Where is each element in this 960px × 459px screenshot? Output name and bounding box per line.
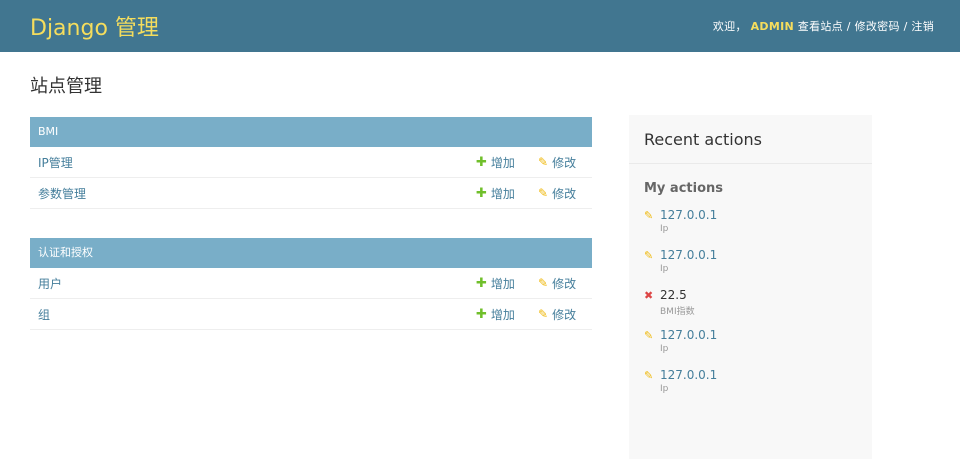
recent-actions-title: Recent actions	[629, 115, 872, 164]
pencil-icon: ✎	[538, 276, 549, 290]
add-label: 增加	[490, 307, 515, 322]
separator: /	[899, 20, 912, 33]
page-title: 站点管理	[30, 76, 102, 97]
site-header: Django 管理 欢迎， ADMIN 查看站点 / 修改密码 / 注销	[0, 0, 960, 52]
model-link[interactable]: 参数管理	[30, 185, 476, 202]
pencil-icon: ✎	[538, 186, 549, 200]
change-label: 修改	[552, 155, 577, 170]
welcome-text: 欢迎，	[712, 20, 747, 33]
pencil-icon: ✎	[644, 368, 654, 382]
add-link[interactable]: ✚ 增加	[476, 154, 538, 171]
change-link[interactable]: ✎ 修改	[538, 154, 592, 171]
logout-link[interactable]: 注销	[911, 20, 934, 33]
view-site-link[interactable]: 查看站点	[798, 20, 843, 33]
pencil-icon: ✎	[538, 155, 549, 169]
change-link[interactable]: ✎ 修改	[538, 275, 592, 292]
pencil-icon: ✎	[538, 307, 549, 321]
my-actions-heading: My actions	[644, 181, 724, 196]
site-brand[interactable]: Django 管理	[30, 10, 159, 42]
add-link[interactable]: ✚ 增加	[476, 306, 538, 323]
action-type: Ip	[660, 264, 669, 274]
add-link[interactable]: ✚ 增加	[476, 275, 538, 292]
recent-actions-panel: Recent actions My actions ✎ 127.0.0.1 Ip …	[629, 115, 872, 459]
action-item: ✎ 127.0.0.1 Ip	[644, 368, 872, 408]
action-link[interactable]: 127.0.0.1	[660, 208, 717, 222]
plus-icon: ✚	[476, 275, 487, 291]
pencil-icon: ✎	[644, 208, 654, 222]
pencil-icon: ✎	[644, 248, 654, 262]
action-link[interactable]: 127.0.0.1	[660, 328, 717, 342]
user-tools: 欢迎， ADMIN 查看站点 / 修改密码 / 注销	[713, 18, 934, 34]
model-row: 用户 ✚ 增加 ✎ 修改	[30, 268, 592, 299]
action-item: ✎ 127.0.0.1 Ip	[644, 248, 872, 288]
add-label: 增加	[490, 276, 515, 291]
plus-icon: ✚	[476, 306, 487, 322]
separator: /	[842, 20, 855, 33]
app-module-bmi: BMI IP管理 ✚ 增加 ✎ 修改 参数管理 ✚ 增加 ✎ 修改	[30, 117, 592, 209]
action-item: ✖ 22.5 BMI指数	[644, 288, 872, 328]
change-label: 修改	[552, 186, 577, 201]
action-item: ✎ 127.0.0.1 Ip	[644, 208, 872, 248]
plus-icon: ✚	[476, 185, 487, 201]
main-content: 站点管理 BMI IP管理 ✚ 增加 ✎ 修改 参数管理 ✚ 增加 ✎ 修改 认证和授权…	[0, 52, 960, 459]
change-link[interactable]: ✎ 修改	[538, 306, 592, 323]
change-label: 修改	[552, 307, 577, 322]
action-link[interactable]: 127.0.0.1	[660, 248, 717, 262]
add-label: 增加	[490, 155, 515, 170]
action-type: Ip	[660, 384, 669, 394]
plus-icon: ✚	[476, 154, 487, 170]
change-label: 修改	[552, 276, 577, 291]
change-link[interactable]: ✎ 修改	[538, 185, 592, 202]
action-type: BMI指数	[660, 307, 695, 317]
model-row: 组 ✚ 增加 ✎ 修改	[30, 299, 592, 330]
model-link[interactable]: IP管理	[30, 154, 476, 171]
add-label: 增加	[490, 186, 515, 201]
app-module-auth: 认证和授权 用户 ✚ 增加 ✎ 修改 组 ✚ 增加 ✎ 修改	[30, 238, 592, 330]
action-link[interactable]: 127.0.0.1	[660, 368, 717, 382]
pencil-icon: ✎	[644, 328, 654, 342]
model-row: 参数管理 ✚ 增加 ✎ 修改	[30, 178, 592, 209]
action-item: ✎ 127.0.0.1 Ip	[644, 328, 872, 368]
model-row: IP管理 ✚ 增加 ✎ 修改	[30, 147, 592, 178]
add-link[interactable]: ✚ 增加	[476, 185, 538, 202]
action-type: Ip	[660, 224, 669, 234]
username: ADMIN	[750, 20, 794, 33]
module-caption[interactable]: BMI	[30, 117, 592, 147]
model-link[interactable]: 组	[30, 306, 476, 323]
module-caption[interactable]: 认证和授权	[30, 238, 592, 268]
change-password-link[interactable]: 修改密码	[855, 20, 900, 33]
action-label: 22.5	[660, 288, 687, 302]
delete-x-icon: ✖	[644, 288, 654, 302]
action-type: Ip	[660, 344, 669, 354]
model-link[interactable]: 用户	[30, 275, 476, 292]
